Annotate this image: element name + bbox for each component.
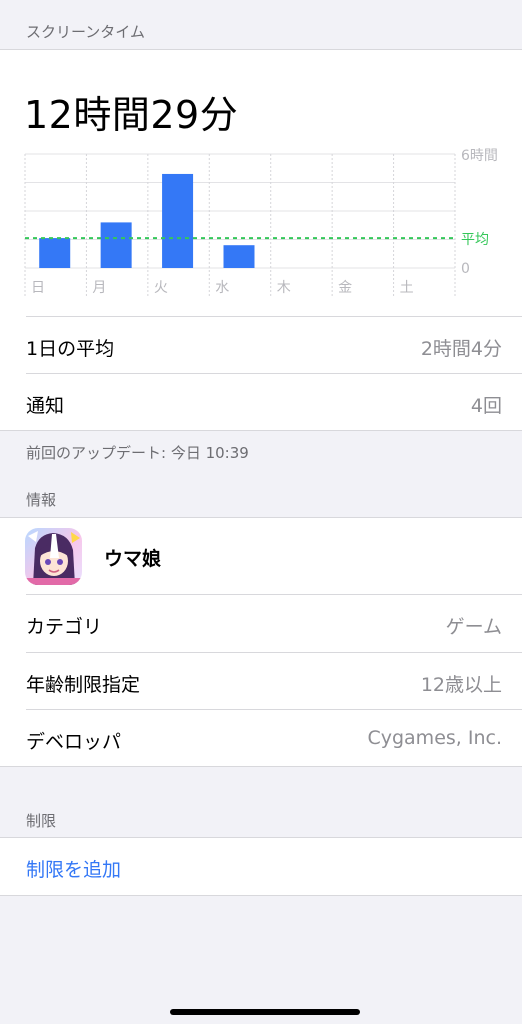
add-limit-button[interactable]: 制限を追加 <box>26 855 121 882</box>
developer-row: デベロッパ Cygames, Inc. <box>0 710 522 767</box>
x-axis-day-label: 土 <box>400 280 414 296</box>
chart-labels: 平均 6時間 0 日 月 火 水 木 金 土 <box>31 148 498 296</box>
age-rating-value: 12歳以上 <box>420 674 502 696</box>
home-indicator[interactable] <box>170 1009 360 1015</box>
app-row[interactable]: ウマ娘 <box>0 518 522 594</box>
add-limit-row[interactable]: 制限を追加 <box>0 838 522 895</box>
notifications-value: 4回 <box>470 395 502 417</box>
x-axis-day-label: 水 <box>215 280 229 296</box>
daily-average-value: 2時間4分 <box>420 338 502 360</box>
y-axis-bottom-label: 0 <box>461 261 470 277</box>
y-axis-top-label: 6時間 <box>461 148 498 164</box>
chart-bar-0 <box>39 238 71 268</box>
category-label: カテゴリ <box>26 616 103 638</box>
chart-grid <box>24 153 456 296</box>
notifications-row: 通知 4回 <box>0 374 522 431</box>
daily-average-label: 1日の平均 <box>26 338 115 360</box>
app-name: ウマ娘 <box>104 548 162 570</box>
chart-bar-1 <box>100 222 132 268</box>
chart-bars <box>39 173 255 268</box>
limits-card: 制限を追加 <box>0 837 522 896</box>
age-rating-label: 年齢制限指定 <box>26 674 141 696</box>
category-row: カテゴリ ゲーム <box>0 595 522 652</box>
daily-average-row: 1日の平均 2時間4分 <box>0 317 522 374</box>
chart-bar-2 <box>162 173 194 268</box>
developer-value: Cygames, Inc. <box>367 727 502 749</box>
total-usage-time: 12時間29分 <box>24 93 239 137</box>
x-axis-day-label: 火 <box>154 280 168 296</box>
x-axis-day-label: 木 <box>277 280 291 296</box>
chart-bar-3 <box>223 245 255 268</box>
limits-section-header: 制限 <box>26 812 57 830</box>
x-axis-day-label: 日 <box>31 280 45 296</box>
average-label: 平均 <box>461 232 489 248</box>
daily-usage-chart: 平均 6時間 0 日 月 火 水 木 金 土 <box>24 148 498 296</box>
app-icon <box>25 528 82 585</box>
info-card: ウマ娘 カテゴリ ゲーム 年齢制限指定 12歳以上 デベロッパ Cygames,… <box>0 517 522 767</box>
last-update-note: 前回のアップデート: 今日 10:39 <box>26 444 249 462</box>
info-section-header: 情報 <box>26 491 57 509</box>
developer-label: デベロッパ <box>26 731 122 753</box>
age-rating-row: 年齢制限指定 12歳以上 <box>0 653 522 710</box>
x-axis-day-label: 月 <box>92 280 106 296</box>
notifications-label: 通知 <box>26 395 65 417</box>
screen-time-card: 12時間29分 平均 6時間 0 日 月 火 水 木 金 土 1日の平均 2時間4分 通知 4回 <box>0 49 522 431</box>
x-axis-day-label: 金 <box>338 280 352 296</box>
category-value: ゲーム <box>445 616 502 638</box>
screen-time-section-header: スクリーンタイム <box>26 23 145 41</box>
